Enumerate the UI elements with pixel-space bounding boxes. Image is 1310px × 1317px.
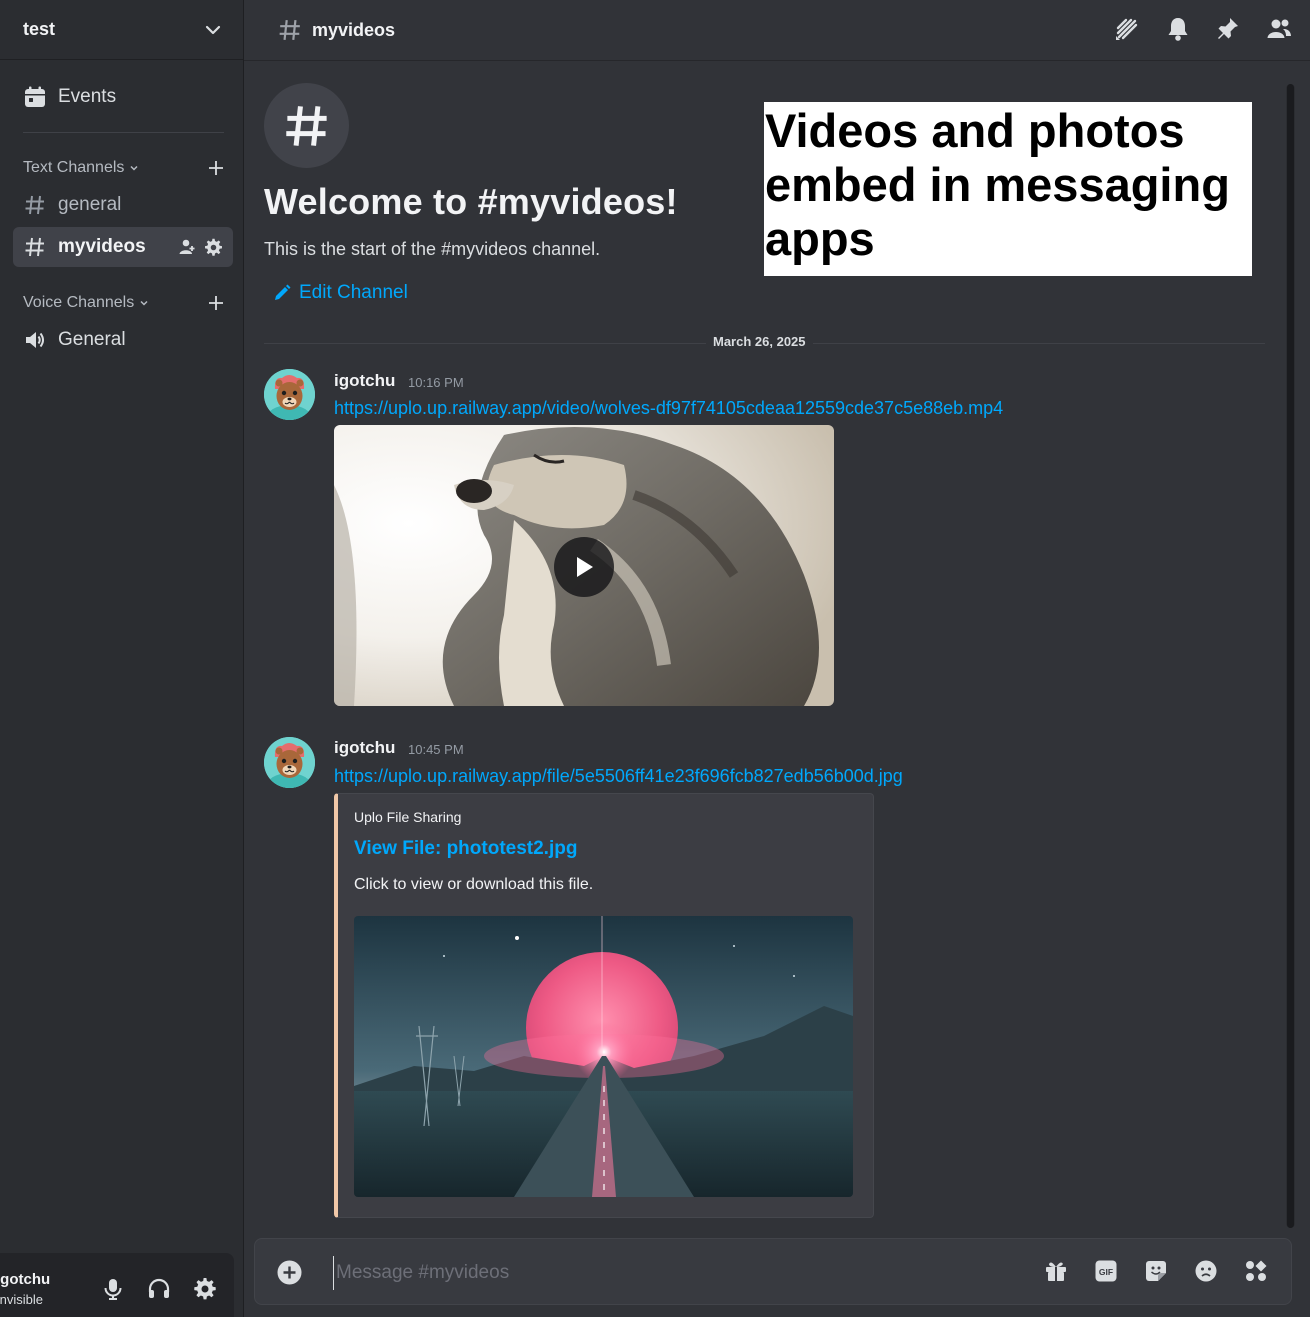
speaker-icon (26, 332, 44, 348)
gear-icon[interactable] (204, 238, 223, 257)
sidebar-item-events[interactable]: Events (14, 78, 233, 116)
category-label: Text Channels (23, 159, 125, 176)
bell-icon[interactable] (1166, 16, 1190, 42)
members-icon[interactable] (1266, 16, 1292, 42)
channel-sidebar: test Events Text Channels general myvide… (0, 0, 244, 1317)
play-icon (577, 557, 593, 577)
category-label: Voice Channels (23, 294, 135, 311)
headphones-icon[interactable] (147, 1277, 171, 1301)
chevron-down-icon (140, 300, 148, 306)
message-timestamp: 10:16 PM (408, 375, 464, 390)
sidebar-item-myvideos[interactable]: myvideos (13, 227, 233, 267)
message-timestamp: 10:45 PM (408, 742, 464, 757)
date-divider-label: March 26, 2025 (706, 334, 813, 349)
pin-icon[interactable] (1216, 16, 1240, 42)
add-channel-icon[interactable] (208, 160, 224, 176)
add-channel-icon[interactable] (208, 295, 224, 311)
chevron-down-icon (130, 165, 138, 171)
emoji-icon[interactable] (1195, 1260, 1217, 1282)
embed-image[interactable] (354, 916, 853, 1197)
message-composer: GIF (254, 1238, 1292, 1305)
link-embed: Uplo File Sharing View File: phototest2.… (334, 793, 874, 1218)
avatar[interactable] (264, 369, 315, 420)
welcome-title: Welcome to #myvideos! (264, 181, 678, 222)
category-voice-channels[interactable]: Voice Channels (23, 291, 224, 315)
sidebar-item-general[interactable]: general (13, 185, 233, 225)
server-header[interactable]: test (0, 0, 243, 60)
avatar[interactable] (264, 737, 315, 788)
hashtag-icon (25, 237, 44, 257)
message-link[interactable]: https://uplo.up.railway.app/file/5e5506f… (334, 766, 903, 787)
hashtag-icon (285, 105, 327, 146)
user-status: Invisible (0, 1292, 43, 1307)
microphone-icon[interactable] (101, 1277, 125, 1301)
invite-icon[interactable] (178, 238, 196, 256)
user-name[interactable]: igotchu (0, 1271, 50, 1288)
embed-title-link[interactable]: View File: phototest2.jpg (354, 838, 577, 860)
message-scrollbar[interactable] (1286, 84, 1295, 1228)
channel-label: General (58, 329, 126, 350)
threads-icon[interactable] (1114, 16, 1140, 42)
play-button[interactable] (554, 537, 614, 597)
channel-title: myvideos (312, 19, 396, 40)
message-author[interactable]: igotchu (334, 371, 395, 391)
channel-label: myvideos (58, 236, 146, 257)
gear-icon[interactable] (193, 1277, 217, 1301)
embed-image-artwork (354, 916, 853, 1197)
sidebar-item-label: Events (58, 86, 117, 107)
apps-icon[interactable] (1245, 1260, 1267, 1282)
hashtag-icon (25, 195, 44, 215)
sidebar-item-voice-general[interactable]: General (13, 320, 233, 360)
user-panel: igotchu Invisible (0, 1253, 234, 1317)
embed-provider: Uplo File Sharing (354, 809, 462, 825)
sidebar-divider (23, 132, 224, 133)
message-link[interactable]: https://uplo.up.railway.app/video/wolves… (334, 398, 1003, 419)
calendar-icon (25, 86, 45, 107)
pencil-icon (275, 284, 291, 300)
gif-icon[interactable]: GIF (1095, 1260, 1117, 1282)
edit-channel-button[interactable]: Edit Channel (273, 282, 408, 304)
channel-label: general (58, 194, 122, 215)
channel-welcome-icon (264, 83, 349, 168)
video-attachment[interactable] (334, 425, 834, 706)
welcome-subtitle: This is the start of the #myvideos chann… (264, 239, 601, 259)
server-name: test (23, 19, 56, 39)
caption-overlay: Videos and photos embed in messaging app… (764, 102, 1252, 276)
scrollbar-thumb[interactable] (1287, 84, 1294, 1228)
embed-description: Click to view or download this file. (354, 876, 594, 893)
edit-channel-label: Edit Channel (299, 282, 408, 303)
sticker-icon[interactable] (1145, 1260, 1167, 1282)
channel-header: myvideos (244, 0, 1310, 61)
chevron-down-icon (205, 25, 221, 34)
message-input[interactable] (333, 1256, 978, 1290)
gif-label: GIF (1099, 1267, 1113, 1277)
message-author[interactable]: igotchu (334, 738, 395, 758)
category-text-channels[interactable]: Text Channels (23, 156, 224, 180)
gift-icon[interactable] (1045, 1260, 1067, 1282)
add-attachment-icon[interactable] (277, 1260, 302, 1285)
hashtag-icon (279, 20, 300, 40)
